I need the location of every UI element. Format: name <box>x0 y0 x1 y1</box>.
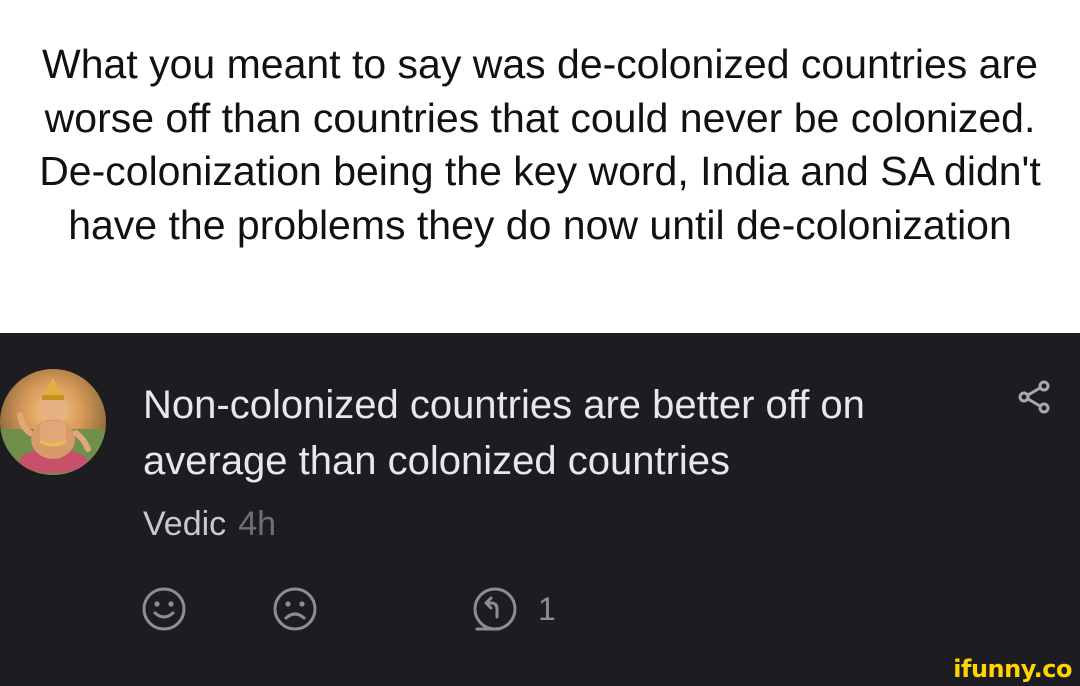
ifunny-watermark: ifunny.co <box>953 655 1072 683</box>
timestamp: 4h <box>238 505 277 543</box>
caption-area: What you meant to say was de-colonized c… <box>0 0 1080 333</box>
avatar[interactable] <box>0 369 106 475</box>
deity-avatar-icon <box>0 377 106 475</box>
author-name[interactable]: Vedic <box>143 505 226 543</box>
comment-text: Non-colonized countries are better off o… <box>143 383 865 483</box>
caption-text: What you meant to say was de-colonized c… <box>39 41 1041 248</box>
comment-panel: Non-colonized countries are better off o… <box>0 333 1080 686</box>
frown-icon[interactable] <box>271 585 319 633</box>
reply-icon[interactable] <box>471 585 519 633</box>
share-icon[interactable] <box>1014 377 1054 417</box>
reply-count: 1 <box>538 591 556 627</box>
smile-icon[interactable] <box>140 585 188 633</box>
comment-meta: Vedic 4h <box>143 505 276 544</box>
